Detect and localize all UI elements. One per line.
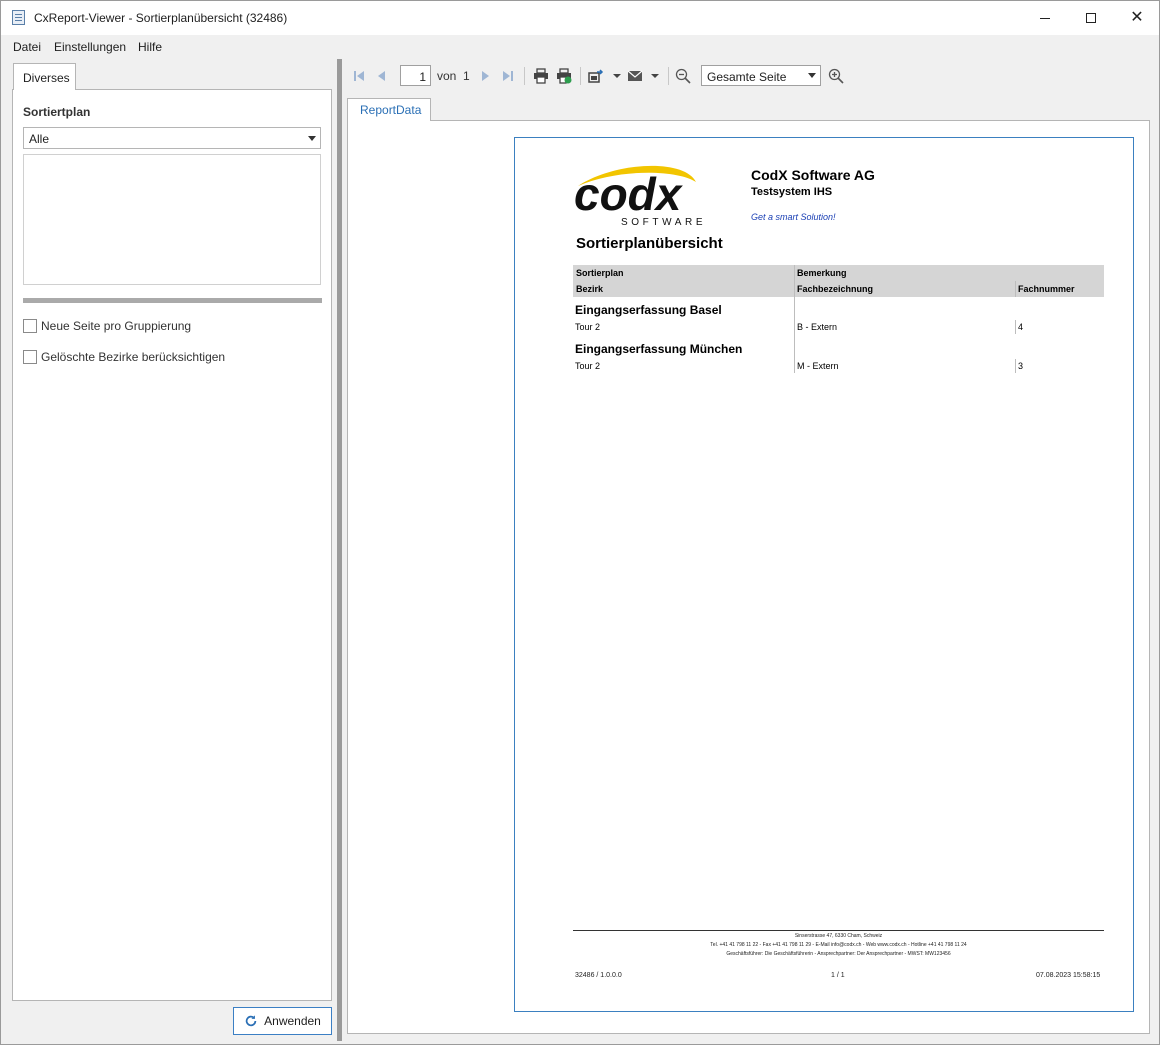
export-dropdown-icon[interactable] xyxy=(608,67,626,85)
tab-diverses[interactable]: Diverses xyxy=(13,63,76,90)
toolbar-separator xyxy=(524,67,525,85)
column-divider xyxy=(794,265,795,373)
header-fachbezeichnung: Fachbezeichnung xyxy=(797,284,874,294)
minimize-icon xyxy=(1040,17,1050,19)
zoom-out-icon[interactable] xyxy=(674,67,692,85)
footer-report-id: 32486 / 1.0.0.0 xyxy=(575,972,622,979)
checkbox-box[interactable] xyxy=(23,319,37,333)
email-icon[interactable] xyxy=(626,67,644,85)
export-icon[interactable] xyxy=(587,67,605,85)
cell-fachnummer: 4 xyxy=(1018,322,1024,332)
title-bar: CxReport-Viewer - Sortierplanübersicht (… xyxy=(1,1,1159,35)
group-title: Eingangserfassung Basel xyxy=(575,303,722,317)
panel-splitter[interactable] xyxy=(23,298,322,303)
quick-print-icon[interactable] xyxy=(555,67,573,85)
logo-wordmark: codx xyxy=(574,168,684,220)
maximize-button[interactable] xyxy=(1068,1,1114,35)
cell-bezirk: Tour 2 xyxy=(575,361,601,371)
menu-datei[interactable]: Datei xyxy=(13,40,41,54)
menu-einstellungen[interactable]: Einstellungen xyxy=(54,40,126,54)
report-toolbar: 1 von 1 Gesamte Seite xyxy=(346,63,1156,89)
toolbar-separator xyxy=(668,67,669,85)
cell-fachnummer: 3 xyxy=(1018,361,1024,371)
header-bemerkung: Bemerkung xyxy=(797,268,847,278)
footer-management: Geschäftsführer: Die Geschäftsführerin -… xyxy=(726,951,951,957)
cell-fachbezeichnung: M - Extern xyxy=(797,361,839,371)
app-icon xyxy=(12,10,25,25)
vertical-splitter[interactable] xyxy=(337,59,342,1041)
logo-subtext: SOFTWARE xyxy=(621,217,706,228)
checkbox-label: Neue Seite pro Gruppierung xyxy=(41,319,192,333)
chevron-down-icon xyxy=(308,136,316,141)
sortierplan-list[interactable] xyxy=(23,154,321,285)
apply-button[interactable]: Anwenden xyxy=(233,1007,332,1035)
maximize-icon xyxy=(1086,13,1096,23)
header-sortierplan: Sortierplan xyxy=(576,268,624,278)
first-page-icon[interactable] xyxy=(350,67,368,85)
section-title: Sortiertplan xyxy=(23,105,91,119)
table-header: Sortierplan Bemerkung Bezirk Fachbezeich… xyxy=(573,265,1104,297)
last-page-icon[interactable] xyxy=(499,67,517,85)
checkbox-neue-seite[interactable]: Neue Seite pro Gruppierung xyxy=(23,318,191,334)
app-window: CxReport-Viewer - Sortierplanübersicht (… xyxy=(0,0,1160,1045)
checkbox-geloeschte-bezirke[interactable]: Gelöschte Bezirke berücksichtigen xyxy=(23,349,225,365)
close-button[interactable]: ✕ xyxy=(1114,1,1160,35)
company-subtitle: Testsystem IHS xyxy=(751,186,833,198)
print-icon[interactable] xyxy=(532,67,550,85)
header-fachnummer: Fachnummer xyxy=(1018,284,1075,294)
column-divider xyxy=(1015,359,1016,373)
of-label: von xyxy=(437,69,457,83)
window-title: CxReport-Viewer - Sortierplanübersicht (… xyxy=(34,11,288,25)
previous-page-icon[interactable] xyxy=(372,67,390,85)
minimize-button[interactable] xyxy=(1022,1,1068,35)
report-page: codx SOFTWARE CodX Software AG Testsyste… xyxy=(514,137,1134,1012)
next-page-icon[interactable] xyxy=(477,67,495,85)
zoom-in-icon[interactable] xyxy=(827,67,845,85)
parameter-panel: Sortiertplan Alle Neue Seite pro Gruppie… xyxy=(12,89,332,1001)
column-divider xyxy=(1015,281,1016,297)
group-title: Eingangserfassung München xyxy=(575,342,743,356)
apply-button-label: Anwenden xyxy=(264,1014,321,1028)
toolbar-separator xyxy=(580,67,581,85)
company-name: CodX Software AG xyxy=(751,167,875,183)
footer-address: Sinserstrasse 47, 6330 Cham, Schweiz xyxy=(794,933,883,939)
cell-fachbezeichnung: B - Extern xyxy=(797,322,838,332)
chevron-down-icon xyxy=(808,73,816,78)
report-title: Sortierplanübersicht xyxy=(576,235,723,252)
zoom-combo[interactable]: Gesamte Seite xyxy=(701,65,821,86)
tab-reportdata[interactable]: ReportData xyxy=(347,98,431,121)
close-icon: ✕ xyxy=(1130,9,1144,26)
menu-bar: Datei Einstellungen Hilfe xyxy=(1,35,1159,57)
column-divider xyxy=(1015,320,1016,334)
checkbox-box[interactable] xyxy=(23,350,37,364)
total-pages: 1 xyxy=(463,69,470,83)
footer-rule xyxy=(573,930,1104,931)
header-bezirk: Bezirk xyxy=(576,284,604,294)
sortierplan-combo[interactable]: Alle xyxy=(23,127,321,149)
company-slogan: Get a smart Solution! xyxy=(751,212,836,222)
sortierplan-combo-value: Alle xyxy=(29,132,50,146)
footer-timestamp: 07.08.2023 15:58:15 xyxy=(1036,972,1101,979)
refresh-icon xyxy=(245,1015,257,1027)
footer-page-number: 1 / 1 xyxy=(831,972,845,979)
page-number-input[interactable]: 1 xyxy=(400,65,431,86)
footer-contact: Tel. +41 41 798 11 22 - Fax +41 41 798 1… xyxy=(710,942,967,948)
checkbox-label: Gelöschte Bezirke berücksichtigen xyxy=(41,350,226,364)
cell-bezirk: Tour 2 xyxy=(575,322,601,332)
email-dropdown-icon[interactable] xyxy=(646,67,664,85)
menu-hilfe[interactable]: Hilfe xyxy=(138,40,162,54)
codx-logo: codx SOFTWARE xyxy=(574,165,706,228)
zoom-combo-value: Gesamte Seite xyxy=(707,70,787,84)
